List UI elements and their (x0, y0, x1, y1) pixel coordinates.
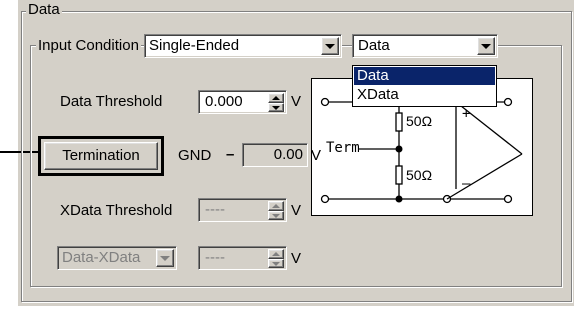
signal-select-value: Data (358, 37, 390, 54)
chevron-down-icon (481, 44, 491, 49)
input-mode-select[interactable]: Single-Ended (144, 34, 342, 58)
input-mode-dropdown-button[interactable] (321, 37, 339, 55)
data-threshold-input[interactable]: 0.000 (198, 90, 287, 114)
chevron-down-icon (325, 44, 335, 49)
termination-value-field: 0.00 (242, 143, 308, 167)
data-xdata-spin-up (268, 249, 284, 259)
data-xdata-spin-down (268, 259, 284, 268)
xdata-threshold-unit: V (291, 202, 302, 219)
diagram-resistor-top-label: 50Ω (406, 113, 433, 129)
diagram-plus-label: + (462, 106, 471, 122)
spin-down-icon (272, 262, 280, 266)
data-threshold-spin-up[interactable] (268, 93, 284, 103)
xdata-threshold-value: ---- (205, 201, 225, 218)
xdata-threshold-spin-up (268, 201, 284, 211)
data-xdata-select-value: Data-XData (62, 249, 141, 266)
signal-select[interactable]: Data (352, 34, 498, 58)
xdata-threshold-label: XData Threshold (60, 202, 173, 219)
data-threshold-spin-down[interactable] (268, 103, 284, 112)
spin-down-icon (272, 106, 280, 110)
data-threshold-value: 0.000 (205, 93, 243, 110)
chevron-down-icon (160, 256, 170, 261)
data-threshold-unit: V (291, 93, 302, 110)
termination-unit: V (311, 147, 322, 164)
data-xdata-unit: V (291, 250, 302, 267)
diagram-term-label: Term (326, 140, 360, 156)
spin-up-icon (272, 204, 280, 208)
data-xdata-value: ---- (205, 249, 225, 266)
input-condition-label: Input Condition (36, 37, 141, 54)
dropdown-option-data[interactable]: Data (354, 67, 495, 85)
data-xdata-select: Data-XData (57, 246, 177, 270)
diagram-minus-label: – (462, 176, 471, 192)
spin-up-icon (272, 252, 280, 256)
data-xdata-dropdown-button (156, 249, 174, 267)
spin-up-icon (272, 96, 280, 100)
dropdown-option-xdata[interactable]: XData (354, 86, 495, 104)
diagram-resistor-bottom-label: 50Ω (406, 167, 433, 183)
signal-dropdown-list[interactable]: Data XData (352, 65, 497, 107)
data-group-title: Data (26, 1, 62, 18)
termination-gnd-label: GND (178, 147, 212, 164)
data-threshold-label: Data Threshold (60, 93, 163, 110)
termination-dash: – (226, 146, 235, 163)
termination-button-label: Termination (62, 147, 140, 164)
termination-value: 0.00 (273, 146, 303, 163)
xdata-threshold-input: ---- (198, 198, 287, 222)
data-xdata-input: ---- (198, 246, 287, 270)
spin-down-icon (272, 214, 280, 218)
termination-button[interactable]: Termination (44, 142, 158, 170)
input-mode-value: Single-Ended (149, 37, 240, 54)
signal-dropdown-button[interactable] (477, 37, 495, 55)
xdata-threshold-spin-down (268, 211, 284, 220)
